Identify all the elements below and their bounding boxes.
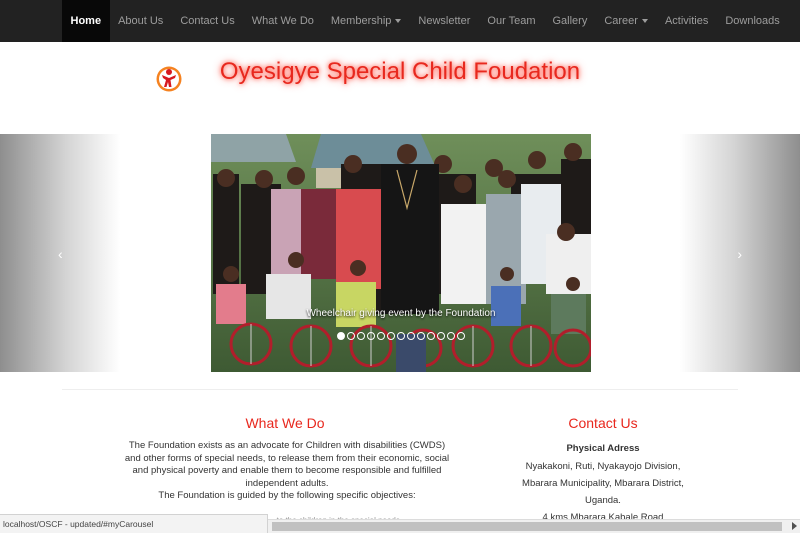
- carousel-caption: Wheelchair giving event by the Foundatio…: [306, 308, 496, 319]
- chevron-right-icon: ›: [737, 246, 742, 262]
- carousel-indicator-dot[interactable]: [387, 332, 395, 340]
- carousel-indicator-dot[interactable]: [417, 332, 425, 340]
- nav-item-label: Gallery: [552, 15, 588, 27]
- carousel-indicator-dot[interactable]: [347, 332, 355, 340]
- top-navbar: Home About Us Contact Us What We Do Membersh…: [0, 0, 800, 42]
- nav-item-gallery[interactable]: Gallery: [544, 0, 596, 42]
- nav-item-career[interactable]: Career: [596, 0, 657, 42]
- nav-item-label: Home: [70, 15, 102, 27]
- carousel-indicators: [211, 332, 591, 340]
- contact-us-heading: Contact Us: [568, 415, 638, 431]
- carousel-indicator-dot[interactable]: [377, 332, 385, 340]
- nav-item-label: Membership: [330, 15, 392, 27]
- browser-status-url: localhost/OSCF - updated/#myCarousel: [0, 514, 268, 533]
- nav-item-home[interactable]: Home: [62, 0, 110, 42]
- carousel-indicator-dot[interactable]: [367, 332, 375, 340]
- carousel-next-button[interactable]: ›: [680, 134, 800, 372]
- what-we-do-heading: What We Do: [245, 415, 325, 431]
- nav-item-activities[interactable]: Activities: [656, 0, 716, 42]
- carousel-indicator-dot[interactable]: [397, 332, 405, 340]
- caret-down-icon: [641, 19, 648, 23]
- section-divider: [62, 389, 738, 390]
- nav-item-label: Our Team: [487, 15, 536, 27]
- what-we-do-paragraph: The Foundation exists as an advocate for…: [124, 440, 450, 489]
- carousel-indicator-dot[interactable]: [437, 332, 445, 340]
- nav-item-label: What We Do: [251, 15, 314, 27]
- carousel-indicator-dot[interactable]: [427, 332, 435, 340]
- image-carousel: ‹ Wheelchair giving event by the Foundat…: [0, 134, 800, 372]
- site-title: Oyesigye Special Child Foudation: [219, 58, 581, 85]
- address-line: Mbarara Municipality, Mbarara District,: [522, 478, 684, 489]
- nav-item-downloads[interactable]: Downloads: [717, 0, 788, 42]
- nav-item-label: Contact Us: [180, 15, 235, 27]
- nav-item-label: Downloads: [725, 15, 780, 27]
- nav-item-about-us[interactable]: About Us: [110, 0, 172, 42]
- nav-menu: Home About Us Contact Us What We Do Membersh…: [62, 0, 788, 42]
- child-figure-logo-icon[interactable]: [155, 61, 183, 97]
- carousel-indicator-dot[interactable]: [357, 332, 365, 340]
- carousel-indicator-dot[interactable]: [337, 332, 345, 340]
- carousel-slide[interactable]: Wheelchair giving event by the Foundatio…: [211, 134, 591, 372]
- address-line: Uganda.: [585, 495, 621, 506]
- nav-item-membership[interactable]: Membership: [322, 0, 410, 42]
- carousel-indicator-dot[interactable]: [407, 332, 415, 340]
- carousel-indicator-dot[interactable]: [447, 332, 455, 340]
- scrollbar-thumb[interactable]: [272, 522, 782, 531]
- chevron-left-icon: ‹: [58, 246, 63, 262]
- nav-item-newsletter[interactable]: Newsletter: [410, 0, 479, 42]
- physical-address-label: Physical Adress: [566, 443, 640, 454]
- nav-item-label: Activities: [664, 15, 709, 27]
- carousel-indicator-dot[interactable]: [457, 332, 465, 340]
- nav-item-what-we-do[interactable]: What We Do: [243, 0, 322, 42]
- nav-item-contact-us[interactable]: Contact Us: [172, 0, 243, 42]
- caret-down-icon: [395, 19, 402, 23]
- address-line: Nyakakoni, Ruti, Nyakayojo Division,: [525, 461, 681, 472]
- nav-item-label: Career: [604, 15, 638, 27]
- nav-item-our-team[interactable]: Our Team: [479, 0, 544, 42]
- objectives-intro: The Foundation is guided by the followin…: [158, 490, 416, 501]
- nav-item-label: About Us: [118, 15, 164, 27]
- nav-item-label: Newsletter: [418, 15, 471, 27]
- carousel-prev-button[interactable]: ‹: [0, 134, 120, 372]
- horizontal-scrollbar[interactable]: [268, 519, 800, 533]
- scroll-right-arrow-icon[interactable]: [792, 522, 797, 530]
